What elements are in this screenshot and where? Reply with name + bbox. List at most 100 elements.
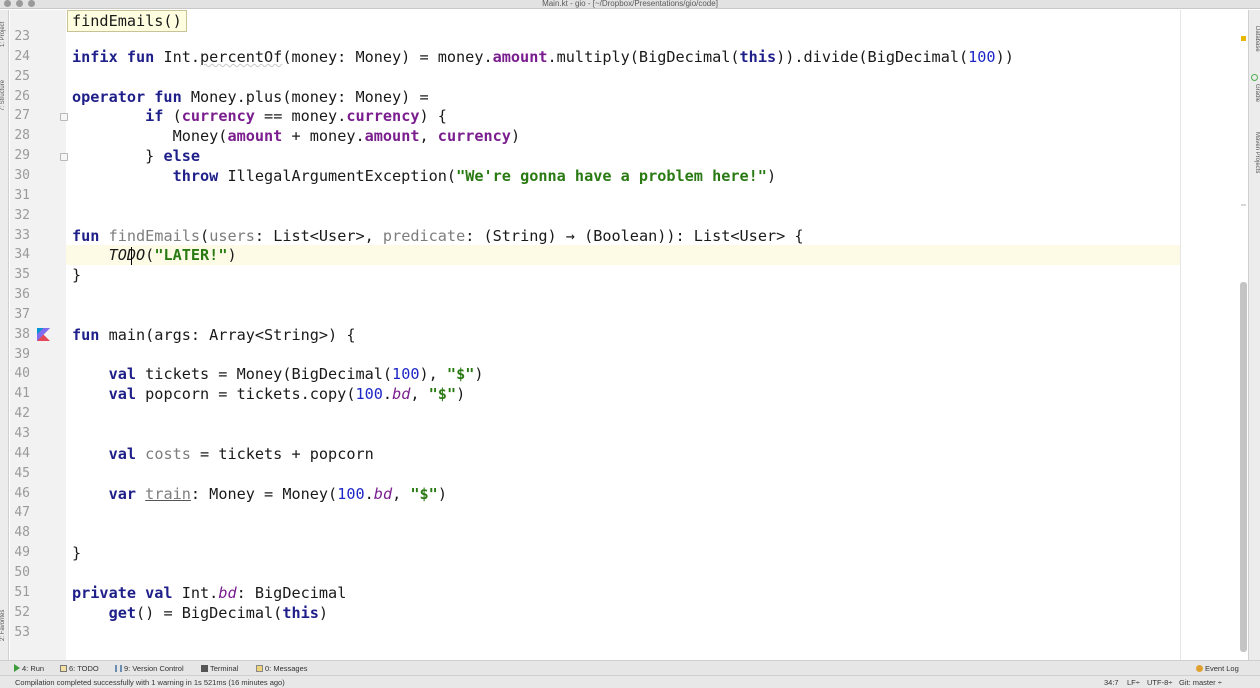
status-message[interactable]: Compilation completed successfully with … <box>15 677 285 688</box>
line-number[interactable]: 29 <box>10 146 30 166</box>
fold-marker[interactable] <box>60 153 68 161</box>
messages-tool-button[interactable]: 0: Messages <box>256 663 308 674</box>
code-line[interactable]: 44 val costs = tickets + popcorn <box>0 444 1260 464</box>
line-number[interactable]: 39 <box>10 345 30 365</box>
line-number[interactable]: 23 <box>10 27 30 47</box>
code-line[interactable]: 40 val tickets = Money(BigDecimal(100), … <box>0 364 1260 384</box>
code-line[interactable]: 42 <box>0 404 1260 424</box>
error-stripe-mark[interactable] <box>1241 204 1246 206</box>
line-number[interactable]: 36 <box>10 285 30 305</box>
caret-position[interactable]: 34:7 <box>1104 677 1119 688</box>
code-text[interactable]: fun main(args: Array<String>) { <box>72 325 355 345</box>
code-token: if <box>145 107 164 125</box>
fold-marker[interactable] <box>60 113 68 121</box>
code-line[interactable]: 36 <box>0 285 1260 305</box>
code-line[interactable]: 25 <box>0 67 1260 87</box>
code-line[interactable]: 29 } else <box>0 146 1260 166</box>
code-line[interactable]: 37 <box>0 305 1260 325</box>
line-number[interactable]: 48 <box>10 523 30 543</box>
line-number[interactable]: 41 <box>10 384 30 404</box>
line-number[interactable]: 31 <box>10 186 30 206</box>
line-number[interactable]: 45 <box>10 464 30 484</box>
kotlin-run-icon[interactable] <box>37 328 50 341</box>
code-text[interactable]: } <box>72 265 81 285</box>
code-line[interactable]: 31 <box>0 186 1260 206</box>
code-line[interactable]: 47 <box>0 503 1260 523</box>
version-control-tool-button[interactable]: 9: Version Control <box>115 663 184 674</box>
run-tool-button[interactable]: 4: Run <box>14 663 44 674</box>
line-number[interactable]: 40 <box>10 364 30 384</box>
code-line[interactable]: 33 fun findEmails(users: List<User>, pred… <box>0 226 1260 246</box>
line-number[interactable]: 52 <box>10 603 30 623</box>
file-encoding[interactable]: UTF-8÷ <box>1147 677 1172 688</box>
tool-window-bar: 4: Run 6: TODO 9: Version Control Termin… <box>0 660 1260 675</box>
line-number[interactable]: 37 <box>10 305 30 325</box>
line-number[interactable]: 33 <box>10 226 30 246</box>
warning-indicator[interactable] <box>1241 36 1246 41</box>
code-line[interactable]: 30 throw IllegalArgumentException("We're… <box>0 166 1260 186</box>
line-number[interactable]: 50 <box>10 563 30 583</box>
code-text[interactable]: fun findEmails(users: List<User>, predic… <box>72 226 804 246</box>
code-line[interactable]: 38 fun main(args: Array<String>) { <box>0 325 1260 345</box>
code-line[interactable]: 32 <box>0 206 1260 226</box>
line-number[interactable]: 35 <box>10 265 30 285</box>
code-line[interactable]: 24 infix fun Int.percentOf(money: Money) … <box>0 47 1260 67</box>
line-number[interactable]: 24 <box>10 47 30 67</box>
code-text[interactable]: throw IllegalArgumentException("We're go… <box>72 166 777 186</box>
line-number[interactable]: 53 <box>10 623 30 643</box>
code-line[interactable]: 34 TODO("LATER!") <box>0 245 1260 265</box>
code-text[interactable]: private val Int.bd: BigDecimal <box>72 583 346 603</box>
line-number[interactable]: 32 <box>10 206 30 226</box>
line-number[interactable]: 43 <box>10 424 30 444</box>
code-line[interactable]: 48 <box>0 523 1260 543</box>
git-branch[interactable]: Git: master ÷ <box>1179 677 1222 688</box>
code-text[interactable]: operator fun Money.plus(money: Money) = <box>72 87 429 107</box>
code-line[interactable]: 53 <box>0 623 1260 643</box>
code-line[interactable]: 49} <box>0 543 1260 563</box>
code-line[interactable]: 50 <box>0 563 1260 583</box>
line-number[interactable]: 46 <box>10 484 30 504</box>
line-number[interactable]: 51 <box>10 583 30 603</box>
code-text[interactable]: infix fun Int.percentOf(money: Money) = … <box>72 47 1014 67</box>
code-line[interactable]: 26 operator fun Money.plus(money: Money) … <box>0 87 1260 107</box>
code-line[interactable]: 27 if (currency == money.currency) { <box>0 106 1260 126</box>
line-number[interactable]: 42 <box>10 404 30 424</box>
line-number[interactable]: 34 <box>10 245 30 265</box>
code-line[interactable]: 28 Money(amount + money.amount, currency… <box>0 126 1260 146</box>
line-number[interactable]: 38 <box>10 325 30 345</box>
line-number[interactable]: 49 <box>10 543 30 563</box>
code-text[interactable]: Money(amount + money.amount, currency) <box>72 126 521 146</box>
code-text[interactable]: if (currency == money.currency) { <box>72 106 447 126</box>
code-text[interactable]: val costs = tickets + popcorn <box>72 444 374 464</box>
event-log-tool-button[interactable]: Event Log <box>1196 663 1239 674</box>
line-number[interactable]: 25 <box>10 67 30 87</box>
code-line[interactable]: 35} <box>0 265 1260 285</box>
line-number[interactable]: 47 <box>10 503 30 523</box>
code-text[interactable]: TODO("LATER!") <box>72 245 237 265</box>
code-line[interactable]: 51 private val Int.bd: BigDecimal <box>0 583 1260 603</box>
code-line[interactable]: 39 <box>0 345 1260 365</box>
code-token: "$" <box>410 485 438 503</box>
todo-tool-button[interactable]: 6: TODO <box>60 663 99 674</box>
line-separator[interactable]: LF÷ <box>1127 677 1140 688</box>
code-line[interactable]: 23 <box>0 27 1260 47</box>
line-number[interactable]: 26 <box>10 87 30 107</box>
terminal-tool-button[interactable]: Terminal <box>201 663 238 674</box>
code-line[interactable]: 45 <box>0 464 1260 484</box>
code-line[interactable]: 52 get() = BigDecimal(this) <box>0 603 1260 623</box>
code-line[interactable]: 41 val popcorn = tickets.copy(100.bd, "$… <box>0 384 1260 404</box>
todo-tool-label: 6: TODO <box>69 664 99 673</box>
line-number[interactable]: 44 <box>10 444 30 464</box>
code-text[interactable]: } <box>72 543 81 563</box>
line-number[interactable]: 28 <box>10 126 30 146</box>
code-text[interactable]: } else <box>72 146 200 166</box>
line-number[interactable]: 27 <box>10 106 30 126</box>
code-line[interactable]: 43 <box>0 424 1260 444</box>
code-text[interactable]: val tickets = Money(BigDecimal(100), "$"… <box>72 364 484 384</box>
code-text[interactable]: var train: Money = Money(100.bd, "$") <box>72 484 447 504</box>
code-text[interactable]: get() = BigDecimal(this) <box>72 603 328 623</box>
vertical-scrollbar[interactable] <box>1240 282 1247 652</box>
code-line[interactable]: 46 var train: Money = Money(100.bd, "$") <box>0 484 1260 504</box>
line-number[interactable]: 30 <box>10 166 30 186</box>
code-text[interactable]: val popcorn = tickets.copy(100.bd, "$") <box>72 384 466 404</box>
